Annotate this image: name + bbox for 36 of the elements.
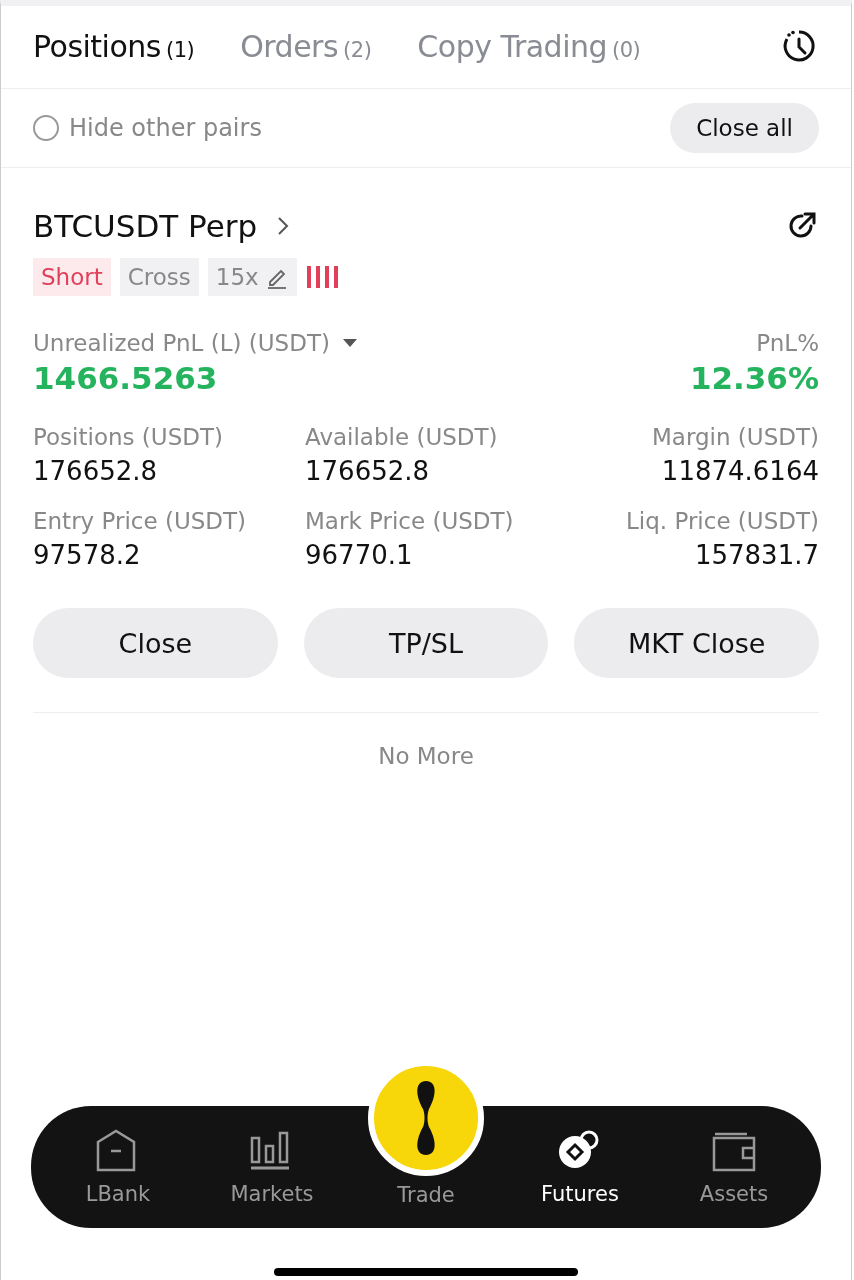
nav-item[interactable]: Assets (664, 1128, 804, 1206)
pnl-value: 1466.5263 (33, 360, 219, 396)
close-all-button[interactable]: Close all (670, 103, 819, 153)
stat-label: Positions (USDT) (33, 424, 224, 450)
nav-item[interactable]: Markets (202, 1128, 342, 1206)
stat-value: 176652.8 (305, 456, 431, 486)
stat-value: 97578.2 (33, 540, 142, 570)
chevron-right-icon (277, 216, 290, 236)
tag: Short (33, 258, 111, 296)
nav-item[interactable]: LBank (48, 1128, 188, 1206)
nav-item[interactable]: Futures (510, 1128, 650, 1206)
tag: Cross (119, 258, 199, 296)
dropdown-icon (341, 338, 358, 348)
stat-label: Entry Price (USDT) (33, 508, 248, 534)
stat-value: 176652.8 (33, 456, 159, 486)
stat-value: 157831.7 (693, 540, 819, 570)
tab[interactable]: Copy Trading (0) (417, 28, 641, 64)
symbol-title[interactable]: BTCUSDT Perp (33, 208, 258, 244)
action-button[interactable]: TP/SL (303, 608, 549, 678)
pnl-percent-label: PnL% (755, 330, 819, 356)
nav-item[interactable]: Trade (356, 1183, 496, 1207)
stat-value: 11874.6164 (660, 456, 819, 486)
risk-bars-icon (305, 265, 340, 289)
pnl-label: Unrealized PnL (L) (USDT) (33, 330, 330, 356)
tab[interactable]: Orders (2) (240, 28, 372, 64)
action-button[interactable]: Close (33, 608, 278, 678)
stat-label: Margin (USDT) (651, 424, 819, 450)
stat-label: Available (USDT) (305, 424, 499, 450)
pnl-percent-value: 12.36% (689, 360, 819, 396)
action-button[interactable]: MKT Close (574, 608, 819, 678)
stat-label: Mark Price (USDT) (305, 508, 515, 534)
hide-pairs-checkbox[interactable]: Hide other pairs (33, 114, 262, 142)
stat-value: 96770.1 (305, 540, 414, 570)
stat-label: Liq. Price (USDT) (625, 508, 819, 534)
end-of-list-text: No More (377, 743, 475, 769)
tab[interactable]: Positions (1) (33, 28, 195, 64)
